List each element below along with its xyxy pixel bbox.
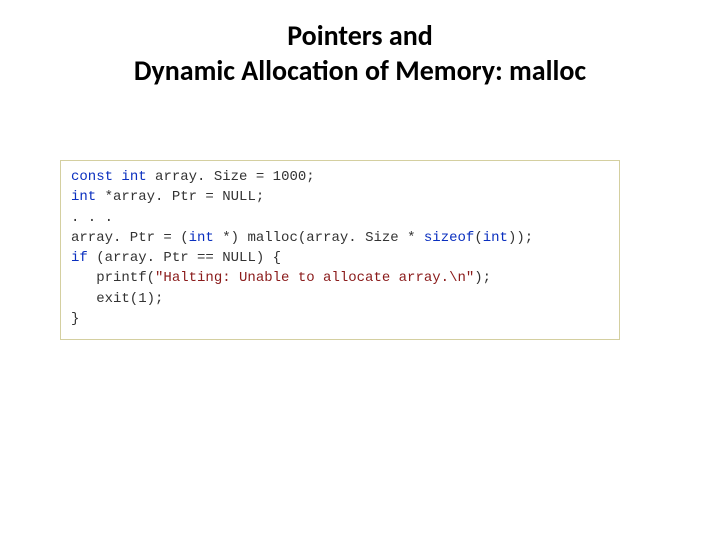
keyword-int: int: [189, 230, 214, 246]
code-line-3: . . .: [71, 210, 113, 226]
code-text: ));: [508, 230, 533, 246]
code-text: *) malloc(array. Size *: [214, 230, 424, 246]
code-line-8: }: [71, 311, 79, 327]
code-line-1: const int array. Size = 1000;: [71, 169, 315, 185]
title-line-2: Dynamic Allocation of Memory: malloc: [0, 53, 720, 88]
slide: Pointers and Dynamic Allocation of Memor…: [0, 0, 720, 540]
slide-title: Pointers and Dynamic Allocation of Memor…: [0, 0, 720, 88]
code-box: const int array. Size = 1000; int *array…: [60, 160, 620, 340]
code-number: 1000: [273, 169, 307, 185]
keyword-sizeof: sizeof: [424, 230, 474, 246]
code-block: const int array. Size = 1000; int *array…: [71, 167, 609, 329]
code-line-6: printf("Halting: Unable to allocate arra…: [71, 270, 491, 286]
keyword-if: if: [71, 250, 88, 266]
code-line-4: array. Ptr = (int *) malloc(array. Size …: [71, 230, 533, 246]
keyword-int: int: [483, 230, 508, 246]
code-line-7: exit(1);: [71, 291, 163, 307]
keyword-const: const: [71, 169, 113, 185]
code-line-2: int *array. Ptr = NULL;: [71, 189, 264, 205]
code-line-5: if (array. Ptr == NULL) {: [71, 250, 281, 266]
keyword-int: int: [121, 169, 146, 185]
title-line-1: Pointers and: [0, 18, 720, 53]
code-text: ;: [306, 169, 314, 185]
code-text: );: [474, 270, 491, 286]
code-text: printf(: [71, 270, 155, 286]
code-text: array. Ptr = (: [71, 230, 189, 246]
keyword-int: int: [71, 189, 96, 205]
string-literal: "Halting: Unable to allocate array.\n": [155, 270, 474, 286]
code-text: (: [474, 230, 482, 246]
code-text: array. Size =: [147, 169, 273, 185]
code-text: (array. Ptr == NULL) {: [88, 250, 281, 266]
code-text: *array. Ptr = NULL;: [96, 189, 264, 205]
